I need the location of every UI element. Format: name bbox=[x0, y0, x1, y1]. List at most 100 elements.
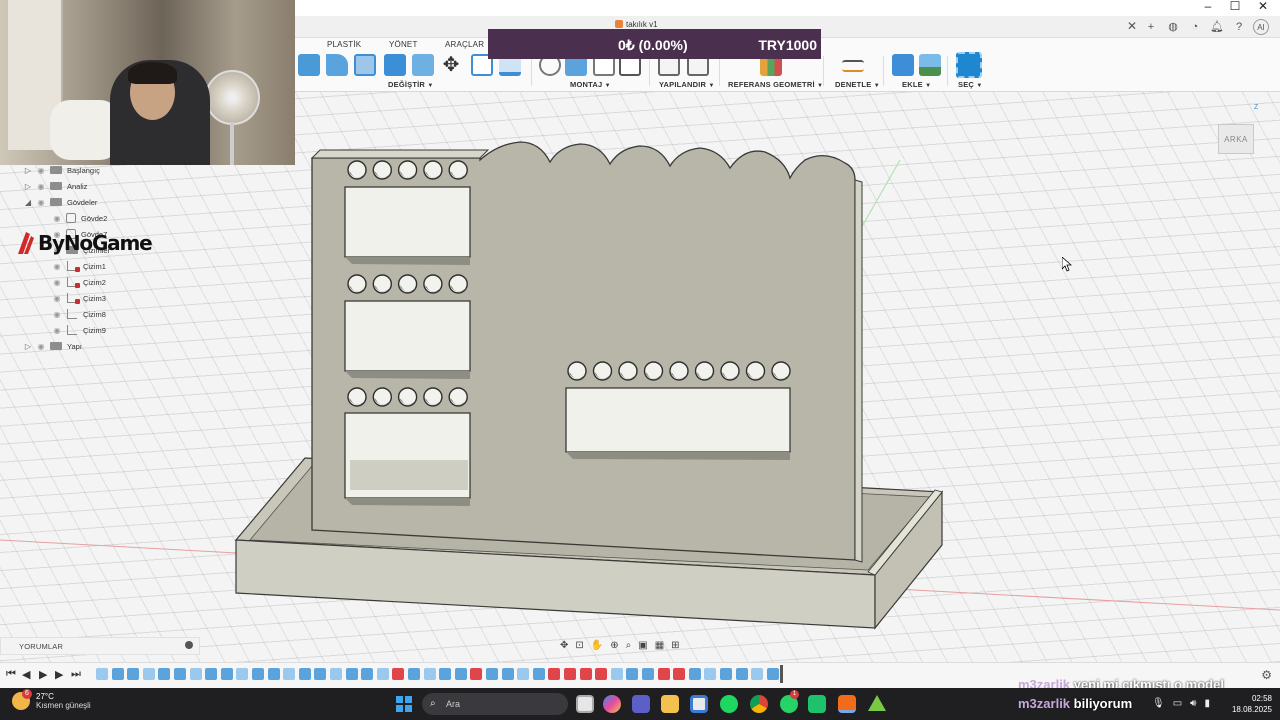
eye-icon[interactable]: ◉ bbox=[34, 166, 48, 175]
pan-icon[interactable]: ✋ bbox=[591, 640, 603, 651]
timeline-feature-icon[interactable] bbox=[751, 668, 764, 680]
timeline-feature-icon[interactable] bbox=[252, 668, 264, 680]
help-icon[interactable]: ? bbox=[1231, 19, 1247, 35]
timeline-feature-icon[interactable] bbox=[704, 668, 717, 680]
tab-plastik[interactable]: PLASTİK bbox=[327, 40, 361, 49]
group-yapilandir[interactable]: YAPILANDIR ▼ bbox=[659, 80, 715, 89]
timeline-feature-icon[interactable] bbox=[345, 668, 358, 680]
grid-settings-icon[interactable]: ▦ bbox=[655, 640, 664, 651]
timeline-feature-icon[interactable] bbox=[142, 668, 155, 680]
timeline-feature-icon[interactable] bbox=[205, 668, 218, 680]
timeline-feature-icon[interactable] bbox=[501, 668, 514, 680]
timeline-feature-icon[interactable] bbox=[361, 668, 374, 680]
viewports-icon[interactable]: ⊞ bbox=[671, 640, 679, 651]
timeline-feature-icon[interactable] bbox=[688, 668, 701, 680]
timeline-next-icon[interactable]: ▶ bbox=[55, 668, 63, 681]
eye-icon[interactable]: ◉ bbox=[50, 262, 64, 271]
timeline-feature-icon[interactable] bbox=[189, 668, 202, 680]
eye-icon[interactable]: ◉ bbox=[34, 198, 48, 207]
copilot-icon[interactable] bbox=[603, 695, 621, 713]
weather-widget[interactable]: 6 27°C Kısmen güneşli bbox=[12, 689, 91, 710]
select-icon[interactable] bbox=[956, 52, 982, 78]
timeline-play-icon[interactable]: ▶ bbox=[39, 668, 47, 681]
store-icon[interactable] bbox=[690, 695, 708, 713]
timeline-feature-icon[interactable] bbox=[454, 668, 467, 680]
timeline-prev-icon[interactable]: ◀ bbox=[22, 668, 30, 681]
move-icon[interactable]: ✥ bbox=[440, 54, 462, 76]
file-explorer-icon[interactable] bbox=[661, 695, 679, 713]
timeline-feature-icon[interactable] bbox=[470, 668, 483, 680]
job-status-icon[interactable]: ◔ bbox=[1187, 19, 1203, 35]
timeline-last-icon[interactable]: ⏭ bbox=[71, 668, 81, 681]
timeline-marker[interactable] bbox=[780, 665, 783, 683]
insert-derive-icon[interactable] bbox=[892, 54, 914, 76]
collapse-arrow-icon[interactable]: ◢ bbox=[22, 198, 34, 207]
chrome-icon[interactable] bbox=[750, 695, 768, 713]
timeline-feature-icon[interactable] bbox=[486, 668, 498, 680]
timeline-feature-icon[interactable] bbox=[517, 668, 530, 680]
tree-row-cizim3[interactable]: ◉ Çizim3 bbox=[50, 290, 106, 306]
group-sec[interactable]: SEÇ ▼ bbox=[958, 80, 982, 89]
timeline-feature-icon[interactable] bbox=[548, 668, 561, 680]
timeline-feature-icon[interactable] bbox=[174, 668, 186, 680]
draft-icon[interactable] bbox=[412, 54, 434, 76]
timeline-feature-icon[interactable] bbox=[376, 668, 389, 680]
timeline-feature-icon[interactable] bbox=[298, 668, 311, 680]
extensions-icon[interactable]: ◍ bbox=[1165, 19, 1181, 35]
view-cube-face[interactable]: ARKA bbox=[1218, 124, 1254, 154]
measure-icon[interactable] bbox=[842, 60, 864, 72]
fusion-app-icon[interactable] bbox=[838, 695, 856, 713]
timeline-feature-icon[interactable] bbox=[220, 668, 233, 680]
expand-arrow-icon[interactable]: ▷ bbox=[22, 166, 34, 175]
eye-icon[interactable]: ◉ bbox=[50, 326, 64, 335]
timeline-feature-icon[interactable] bbox=[439, 668, 452, 680]
taskbar-search[interactable]: ⌕ Ara bbox=[422, 693, 568, 715]
tab-araclar[interactable]: ARAÇLAR bbox=[445, 40, 484, 49]
eye-icon[interactable]: ◉ bbox=[34, 342, 48, 351]
add-comment-icon[interactable] bbox=[185, 641, 193, 649]
tree-row-govdeler[interactable]: ◢ ◉ Gövdeler bbox=[22, 194, 98, 210]
timeline-feature-icon[interactable] bbox=[766, 668, 779, 680]
eye-icon[interactable]: ◉ bbox=[34, 182, 48, 191]
tree-row-cizim1[interactable]: ◉ Çizim1 bbox=[50, 258, 106, 274]
view-cube[interactable]: Z ARKA bbox=[1216, 104, 1258, 158]
tab-yonet[interactable]: YÖNET bbox=[389, 40, 418, 49]
eye-icon[interactable]: ◉ bbox=[50, 214, 64, 223]
fillet-icon[interactable] bbox=[326, 54, 348, 76]
nvidia-app-icon[interactable] bbox=[868, 695, 886, 711]
game-app-icon[interactable] bbox=[808, 695, 826, 713]
timeline-first-icon[interactable]: ⏮ bbox=[6, 668, 16, 681]
shell-icon[interactable] bbox=[384, 54, 406, 76]
orbit-icon[interactable]: ✥ bbox=[560, 640, 568, 651]
timeline-feature-icon[interactable] bbox=[111, 668, 124, 680]
timeline-feature-icon[interactable] bbox=[283, 668, 296, 680]
close-tab-icon[interactable]: ✕ bbox=[1127, 19, 1137, 33]
timeline-feature-icon[interactable] bbox=[158, 668, 171, 680]
timeline-feature-icon[interactable] bbox=[532, 668, 545, 680]
zoom-icon[interactable]: ⊕ bbox=[610, 640, 618, 651]
user-avatar[interactable]: AI bbox=[1253, 19, 1269, 35]
eye-icon[interactable]: ◉ bbox=[50, 294, 64, 303]
look-at-icon[interactable]: ⊡ bbox=[575, 640, 583, 651]
timeline-track[interactable] bbox=[96, 665, 786, 683]
timeline-feature-icon[interactable] bbox=[610, 668, 623, 680]
group-referans-geometri[interactable]: REFERANS GEOMETRİ ▼ bbox=[728, 80, 823, 89]
volume-icon[interactable]: 🔊︎ bbox=[1190, 698, 1196, 709]
tree-row-analiz[interactable]: ▷ ◉ Analiz bbox=[22, 178, 88, 194]
task-view-icon[interactable] bbox=[576, 695, 594, 713]
spotify-icon[interactable] bbox=[720, 695, 738, 713]
group-degistir[interactable]: DEĞİŞTİR ▼ bbox=[388, 80, 433, 89]
eye-icon[interactable]: ◉ bbox=[50, 278, 64, 287]
timeline-feature-icon[interactable] bbox=[673, 668, 686, 680]
group-ekle[interactable]: EKLE ▼ bbox=[902, 80, 931, 89]
taskbar-clock[interactable]: 02:58 18.08.2025 bbox=[1232, 693, 1272, 715]
eye-icon[interactable]: ◉ bbox=[50, 310, 64, 319]
timeline-feature-icon[interactable] bbox=[626, 668, 639, 680]
battery-icon[interactable]: ▮ bbox=[1204, 698, 1210, 709]
timeline-feature-icon[interactable] bbox=[720, 668, 732, 680]
display-settings-icon[interactable]: ▣ bbox=[638, 640, 647, 651]
timeline-feature-icon[interactable] bbox=[595, 668, 608, 680]
timeline-feature-icon[interactable] bbox=[314, 668, 327, 680]
push-pull-icon[interactable] bbox=[298, 54, 320, 76]
close-window-button[interactable]: ✕ bbox=[1243, 0, 1280, 14]
